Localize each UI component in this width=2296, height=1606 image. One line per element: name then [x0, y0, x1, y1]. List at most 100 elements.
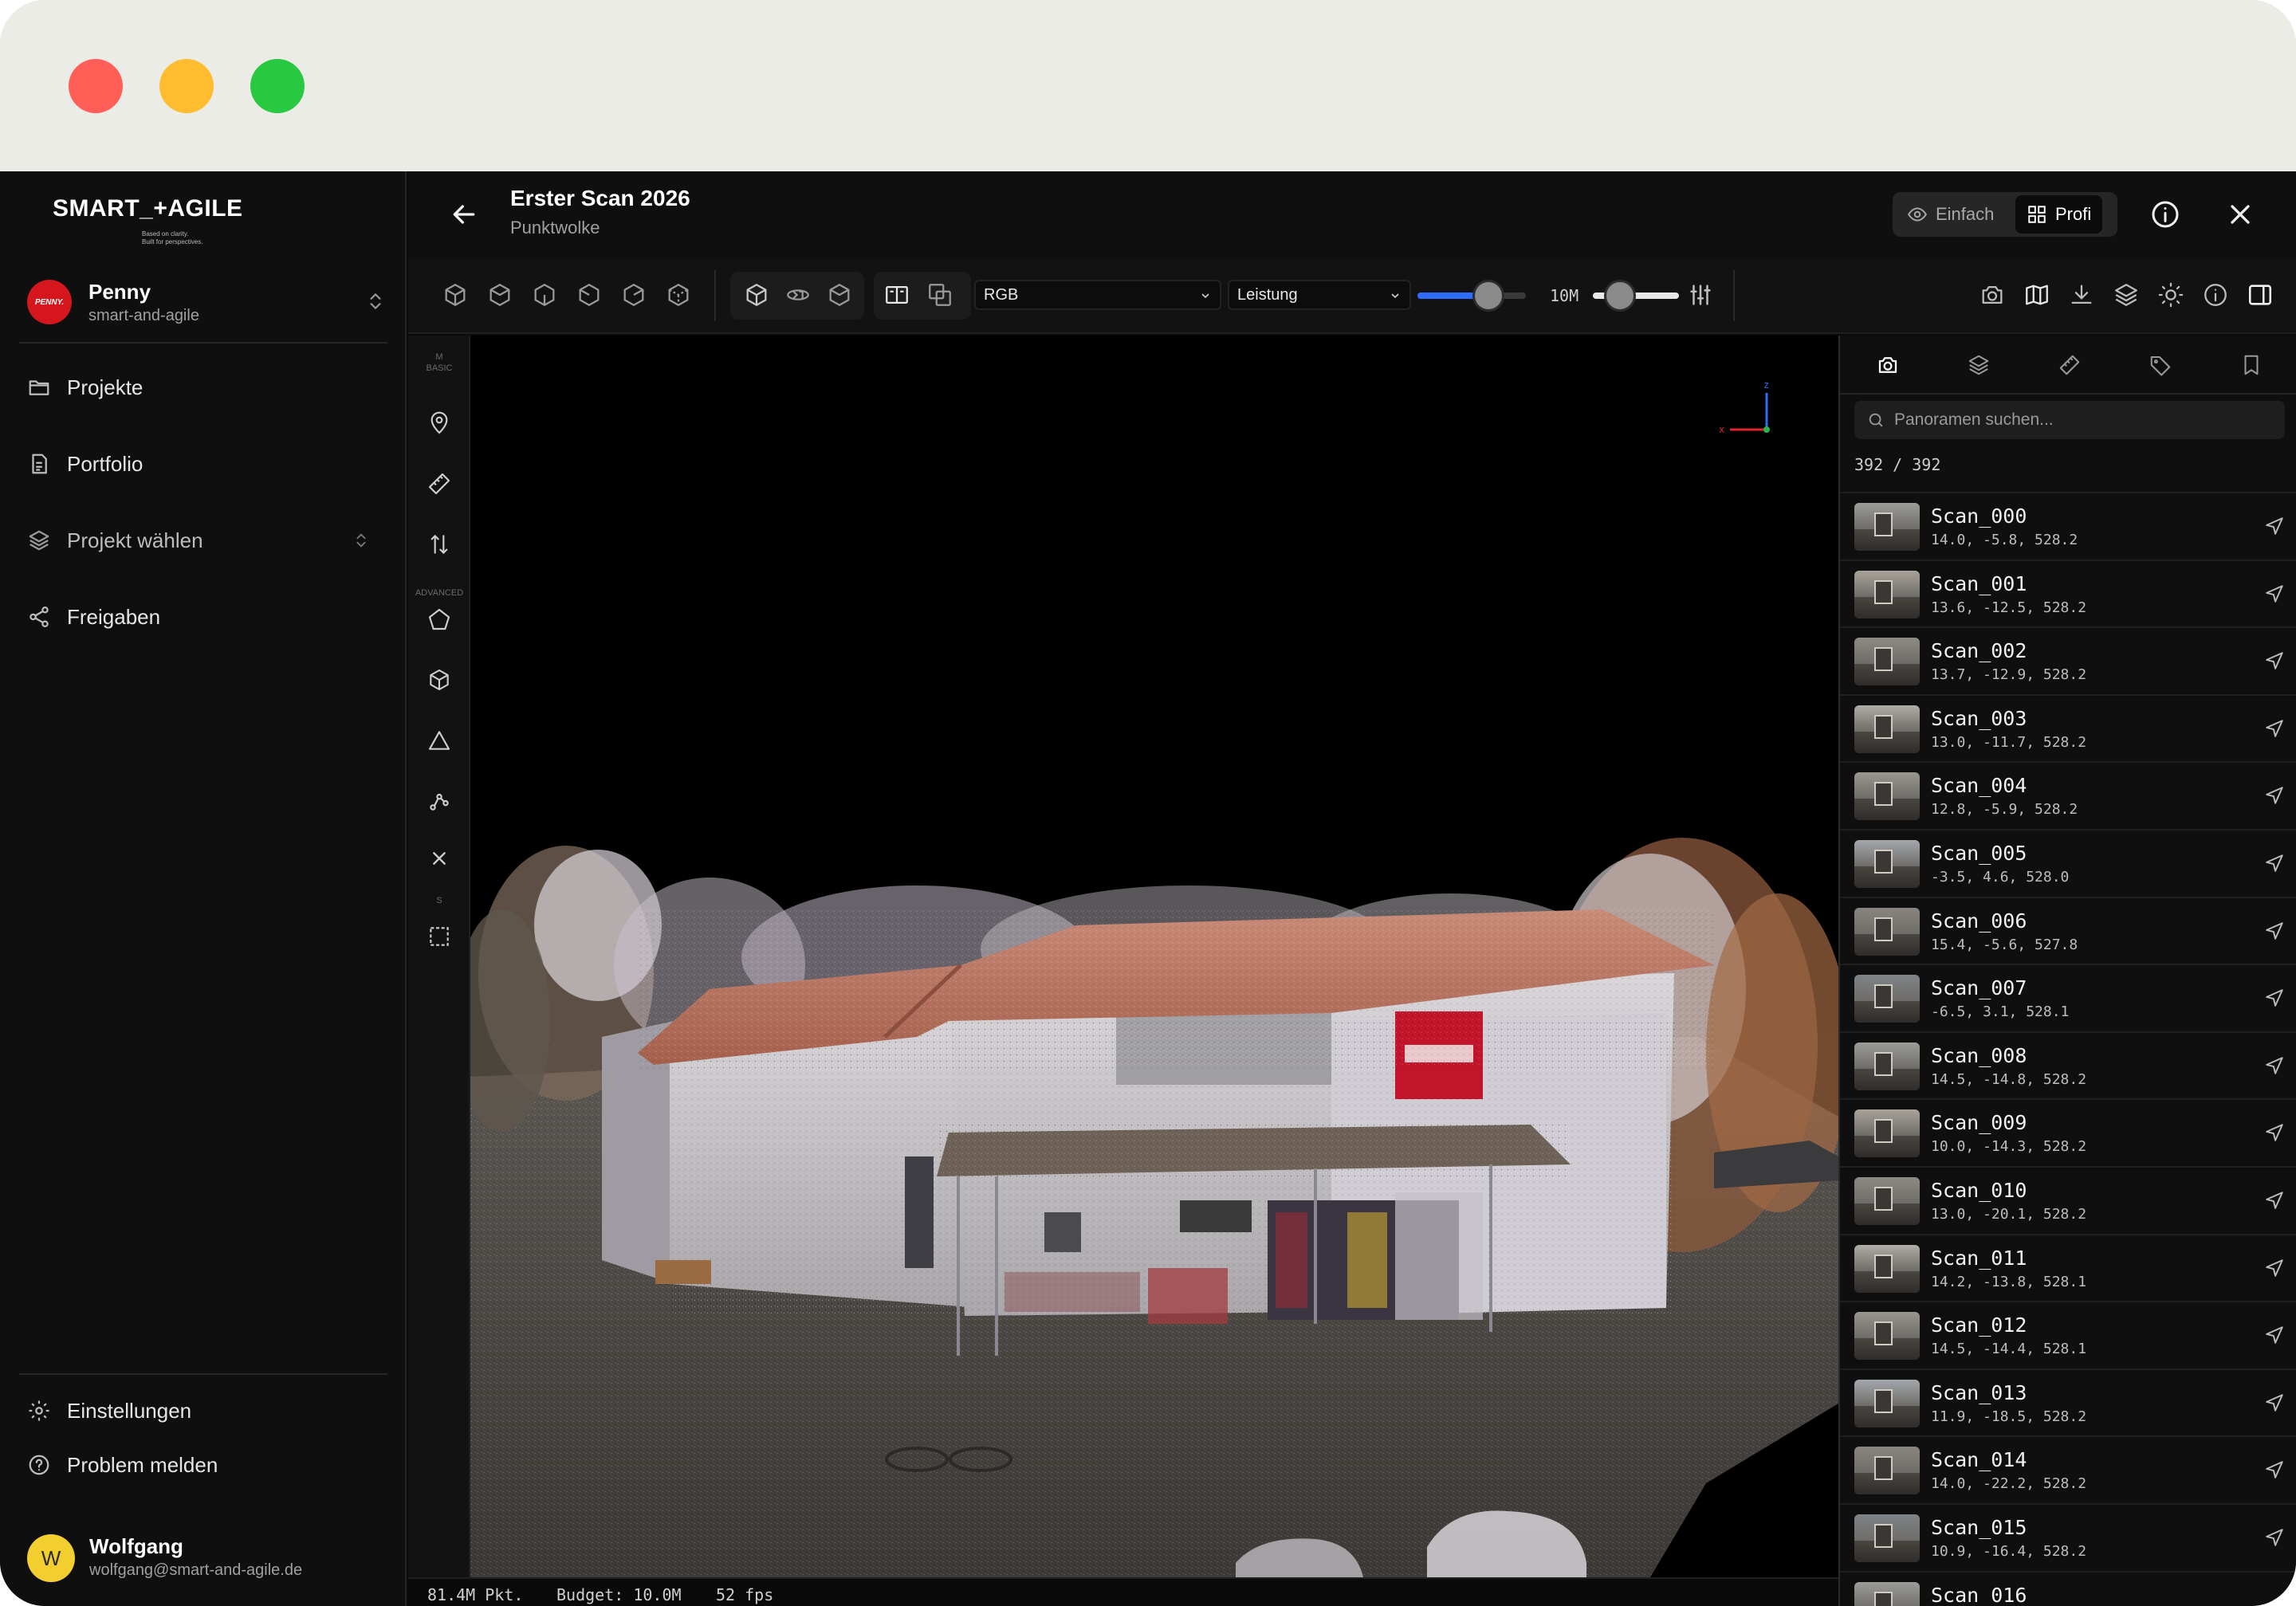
sidebar-item-projekt-waehlen[interactable]: Projekt wählen: [27, 518, 386, 563]
profile-path-icon[interactable]: [427, 788, 452, 814]
camera-icon[interactable]: [1979, 281, 2006, 308]
list-item[interactable]: Scan_015 10.9, -16.4, 528.2: [1840, 1502, 2296, 1571]
sidebar-item-freigaben[interactable]: Freigaben: [27, 595, 386, 639]
volume-cube-icon[interactable]: [427, 667, 452, 693]
close-icon[interactable]: [2224, 198, 2256, 230]
slider-thumb[interactable]: [1472, 280, 1504, 312]
mode-pro-button[interactable]: Profi: [2015, 195, 2103, 234]
list-item[interactable]: Scan_005 -3.5, 4.6, 528.0: [1840, 828, 2296, 897]
window-close-button[interactable]: [69, 59, 123, 113]
map-icon[interactable]: [2023, 281, 2050, 308]
sidebar-item-einstellungen[interactable]: Einstellungen: [27, 1388, 386, 1433]
sidebar-item-projekte[interactable]: Projekte: [27, 365, 386, 410]
search-placeholder: Panoramen suchen...: [1894, 410, 2054, 429]
tab-panoramas[interactable]: [1866, 345, 1910, 385]
info-icon[interactable]: [2149, 198, 2181, 230]
view-top-cube-icon[interactable]: [486, 281, 513, 308]
scan-name: Scan_011: [1931, 1246, 2027, 1270]
list-item[interactable]: Scan_011 14.2, -13.8, 528.1: [1840, 1233, 2296, 1302]
view-front-cube-icon[interactable]: [531, 281, 558, 308]
navigate-arrow-icon[interactable]: [2264, 1055, 2285, 1076]
sidebar-item-label: Einstellungen: [67, 1398, 192, 1423]
split-view-icon[interactable]: [883, 281, 910, 308]
navigate-arrow-icon[interactable]: [2264, 921, 2285, 941]
angle-triangle-icon[interactable]: [427, 728, 452, 753]
layers-icon[interactable]: [2113, 281, 2140, 308]
list-item[interactable]: Scan_006 15.4, -5.6, 527.8: [1840, 896, 2296, 964]
search-icon: [1869, 413, 1883, 427]
slider-thumb[interactable]: [1604, 280, 1636, 312]
navigate-arrow-icon[interactable]: [2264, 1122, 2285, 1143]
page-title: Erster Scan 2026: [510, 186, 690, 210]
window-minimize-button[interactable]: [159, 59, 214, 113]
org-switcher[interactable]: PENNY. Penny smart-and-agile: [27, 272, 386, 331]
scan-name: Scan_008: [1931, 1043, 2027, 1067]
view-left-cube-icon[interactable]: [620, 281, 647, 308]
point-size-slider[interactable]: [1417, 278, 1526, 313]
list-item[interactable]: Scan_014 14.0, -22.2, 528.2: [1840, 1435, 2296, 1503]
map-pin-icon[interactable]: [427, 410, 452, 436]
sidebar-item-portfolio[interactable]: Portfolio: [27, 442, 386, 486]
tab-measurements[interactable]: [2047, 345, 2092, 385]
list-item[interactable]: Scan_001 13.6, -12.5, 528.2: [1840, 559, 2296, 627]
tab-layers[interactable]: [1956, 345, 2001, 385]
overlay-view-icon[interactable]: [926, 281, 953, 308]
tab-tags[interactable]: [2138, 345, 2183, 385]
list-item[interactable]: Scan_012 14.5, -14.4, 528.1: [1840, 1301, 2296, 1368]
navigate-arrow-icon[interactable]: [2264, 1325, 2285, 1345]
user-profile[interactable]: W Wolfgang wolfgang@smart-and-agile.de: [27, 1526, 386, 1590]
list-item[interactable]: Scan_004 12.8, -5.9, 528.2: [1840, 761, 2296, 829]
tab-bookmarks[interactable]: [2229, 345, 2274, 385]
navigate-arrow-icon[interactable]: [2264, 988, 2285, 1008]
sun-icon[interactable]: [2157, 281, 2184, 308]
perspective-cube-icon[interactable]: [743, 281, 770, 308]
navigate-arrow-icon[interactable]: [2264, 1190, 2285, 1211]
mode-simple-button[interactable]: Einfach: [1896, 195, 2005, 234]
orthographic-cube-icon[interactable]: [826, 281, 853, 308]
height-arrows-icon[interactable]: [427, 532, 452, 557]
download-icon[interactable]: [2068, 281, 2095, 308]
list-item[interactable]: Scan_010 13.0, -20.1, 528.2: [1840, 1165, 2296, 1234]
list-item[interactable]: Scan_016: [1840, 1570, 2296, 1606]
navigate-arrow-icon[interactable]: [2264, 853, 2285, 874]
window-zoom-button[interactable]: [250, 59, 305, 113]
clear-x-icon[interactable]: [427, 846, 452, 871]
orbit-3d-icon[interactable]: [784, 281, 812, 308]
color-mode-select[interactable]: RGB: [974, 280, 1221, 310]
polygon-area-icon[interactable]: [427, 607, 452, 632]
navigate-arrow-icon[interactable]: [2264, 1258, 2285, 1278]
list-item[interactable]: Scan_008 14.5, -14.8, 528.2: [1840, 1031, 2296, 1099]
navigate-arrow-icon[interactable]: [2264, 583, 2285, 604]
point-cloud-viewport[interactable]: z x: [470, 336, 1838, 1577]
sliders-icon[interactable]: [1687, 281, 1714, 308]
sidebar-toggle-icon[interactable]: [2247, 281, 2274, 308]
navigate-arrow-icon[interactable]: [2264, 785, 2285, 806]
list-item[interactable]: Scan_000 14.0, -5.8, 528.2: [1840, 492, 2296, 560]
view-iso-cube-icon[interactable]: [442, 281, 469, 308]
selection-box-icon[interactable]: [427, 924, 452, 949]
list-item[interactable]: Scan_009 10.0, -14.3, 528.2: [1840, 1098, 2296, 1166]
back-arrow-icon[interactable]: [448, 198, 480, 230]
navigate-arrow-icon[interactable]: [2264, 718, 2285, 739]
list-item[interactable]: Scan_003 13.0, -11.7, 528.2: [1840, 693, 2296, 762]
navigate-arrow-icon[interactable]: [2264, 1595, 2285, 1606]
panorama-thumbnail: [1854, 638, 1920, 686]
sidebar-item-problem-melden[interactable]: Problem melden: [27, 1443, 386, 1487]
navigate-arrow-icon[interactable]: [2264, 1527, 2285, 1548]
ruler-icon[interactable]: [427, 471, 452, 497]
point-budget-slider[interactable]: [1593, 278, 1679, 313]
navigate-arrow-icon[interactable]: [2264, 516, 2285, 536]
navigate-arrow-icon[interactable]: [2264, 650, 2285, 671]
navigate-arrow-icon[interactable]: [2264, 1459, 2285, 1480]
view-back-cube-icon[interactable]: [576, 281, 603, 308]
list-item[interactable]: Scan_013 11.9, -18.5, 528.2: [1840, 1368, 2296, 1436]
mode-simple-label: Einfach: [1936, 204, 1995, 224]
list-item[interactable]: Scan_007 -6.5, 3.1, 528.1: [1840, 964, 2296, 1031]
quality-select[interactable]: Leistung: [1228, 280, 1411, 310]
panorama-thumbnail: [1854, 705, 1920, 753]
info-icon[interactable]: [2202, 281, 2229, 308]
navigate-arrow-icon[interactable]: [2264, 1392, 2285, 1413]
panorama-search-input[interactable]: Panoramen suchen...: [1854, 401, 2285, 439]
view-right-cube-icon[interactable]: [665, 281, 692, 308]
list-item[interactable]: Scan_002 13.7, -12.9, 528.2: [1840, 626, 2296, 694]
